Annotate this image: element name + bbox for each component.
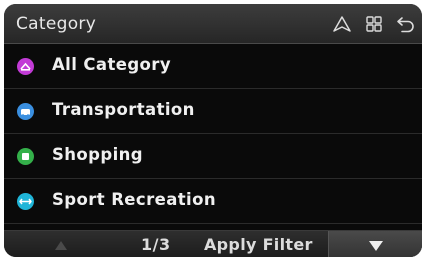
- page-title: Category: [16, 14, 97, 34]
- car-icon: [17, 103, 34, 120]
- apply-filter-button[interactable]: Apply Filter: [204, 235, 313, 254]
- page-indicator: 1/3: [141, 235, 171, 254]
- category-screen: Category All Category Transportation Sho…: [4, 4, 422, 257]
- shopping-icon: [17, 148, 34, 165]
- category-item-sport-recreation[interactable]: Sport Recreation: [4, 179, 422, 224]
- category-label: Shopping: [52, 145, 144, 164]
- sport-icon: [17, 193, 34, 210]
- footer-bar: 1/3 Apply Filter: [4, 230, 422, 257]
- category-item-all[interactable]: All Category: [4, 44, 422, 89]
- category-label: Transportation: [52, 100, 195, 119]
- page-up-button[interactable]: [50, 237, 72, 253]
- grid-menu-icon[interactable]: [364, 15, 384, 33]
- chevron-down-icon: [369, 241, 383, 251]
- all-category-icon: [17, 58, 34, 75]
- category-item-transportation[interactable]: Transportation: [4, 89, 422, 134]
- header-bar: Category: [4, 4, 422, 44]
- category-label: Sport Recreation: [52, 190, 216, 209]
- navigation-arrow-icon[interactable]: [332, 15, 352, 33]
- page-down-button[interactable]: [328, 231, 422, 257]
- category-item-shopping[interactable]: Shopping: [4, 134, 422, 179]
- category-label: All Category: [52, 55, 171, 74]
- back-icon[interactable]: [396, 15, 416, 33]
